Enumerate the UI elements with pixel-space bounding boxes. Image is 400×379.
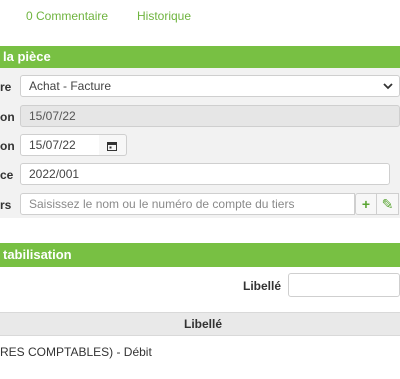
calendar-icon [107,140,117,151]
reference-input[interactable]: 2022/001 [20,163,390,185]
tab-history[interactable]: Historique [137,9,191,23]
tiers-label: rs [0,198,12,212]
section-header-comptabilisation: tabilisation [0,243,400,267]
date-creation-field: 15/07/22 [20,105,400,127]
edit-tiers-button[interactable]: ✎ [377,193,399,215]
column-header-libelle: Libellé [184,317,223,331]
row-libelle: RES COMPTABLES) - Débit [0,345,152,359]
date-creation-label: on [0,110,15,124]
calendar-button[interactable] [99,134,127,156]
plus-icon: + [361,196,371,212]
date-piece-input[interactable]: 15/07/22 [20,134,100,156]
tiers-input[interactable]: Saisissez le nom ou le numéro de compte … [20,193,355,215]
tab-bar: 0 Commentaire Historique [0,0,400,34]
chevron-down-icon [383,76,393,96]
add-tiers-button[interactable]: + [355,193,377,215]
table-header: Libellé [0,312,400,336]
type-select-value: Achat - Facture [29,79,112,93]
type-label: re [0,80,12,94]
section-header-piece: la pièce [0,46,400,68]
tab-comments[interactable]: 0 Commentaire [26,9,108,23]
libelle-label: Libellé [243,279,282,293]
pencil-icon: ✎ [381,196,394,212]
table-row[interactable]: RES COMPTABLES) - Débit [0,336,400,366]
date-piece-label: on [0,139,15,153]
reference-label: ce [0,168,14,182]
type-select[interactable]: Achat - Facture [20,75,400,97]
libelle-input[interactable] [288,273,400,297]
